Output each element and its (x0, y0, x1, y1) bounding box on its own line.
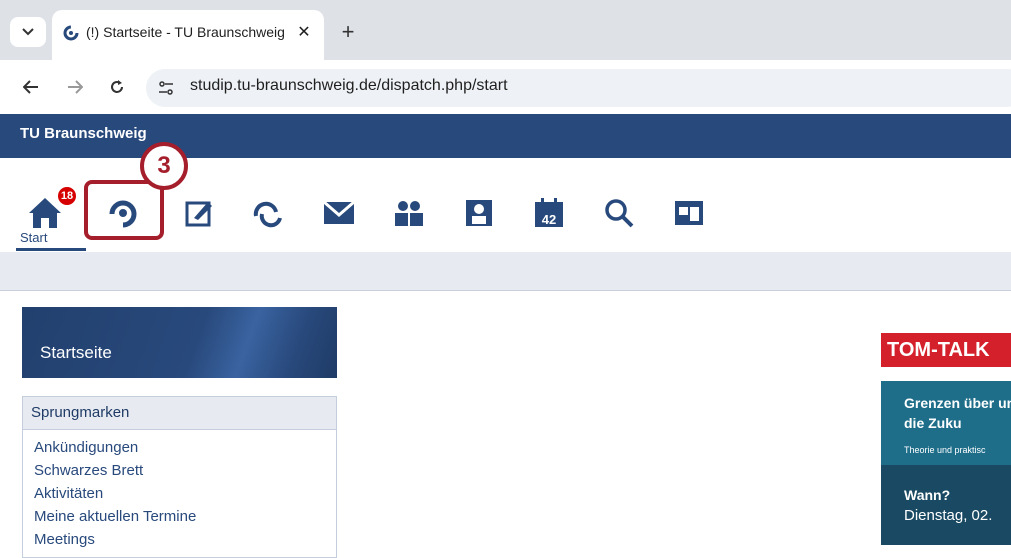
tools-icon (675, 201, 703, 225)
back-arrow-icon[interactable] (18, 74, 44, 100)
messages-icon (323, 200, 355, 224)
banner-lower-panel (881, 465, 1011, 545)
profile-icon (466, 200, 492, 226)
calendar-icon: 42 (535, 198, 563, 227)
tab-search-button[interactable] (10, 17, 46, 47)
new-tab-button[interactable]: + (334, 18, 362, 46)
url-text: studip.tu-braunschweig.de/dispatch.php/s… (190, 77, 508, 94)
sidebar-title: Startseite (40, 343, 112, 362)
jump-marks-title: Sprungmarken (31, 404, 130, 421)
nav-tools[interactable] (664, 188, 714, 238)
jump-link-aktivitaeten[interactable]: Aktivitäten (34, 485, 103, 502)
search-icon (605, 199, 634, 228)
nav-nachrichten[interactable] (314, 188, 364, 238)
nav-suche[interactable] (594, 188, 644, 238)
forward-arrow-icon[interactable] (62, 74, 88, 100)
tab-title: (!) Startseite - TU Braunschweig (86, 24, 285, 40)
contacts-icon (395, 201, 423, 226)
jump-link-meetings[interactable]: Meetings (34, 531, 95, 548)
banner-date: Dienstag, 02. (904, 507, 993, 524)
browser-tab[interactable]: (!) Startseite - TU Braunschweig ✕ (52, 10, 324, 60)
nav-profil[interactable] (454, 188, 504, 238)
annotation-step-number: 3 (140, 142, 188, 190)
jump-marks-header: Sprungmarken (23, 397, 336, 430)
sub-navigation-bar (0, 252, 1011, 291)
arbeitsplatz-icon (185, 201, 212, 227)
active-tab-indicator (16, 248, 86, 251)
reload-icon[interactable] (104, 74, 130, 100)
svg-text:42: 42 (542, 212, 556, 227)
close-tab-icon[interactable]: ✕ (292, 20, 316, 44)
tom-talk-banner[interactable]: TOM-TALK Grenzen über und die Zuku Theor… (881, 307, 1011, 545)
chevron-down-icon (22, 28, 34, 36)
banner-when-label: Wann? (904, 487, 951, 503)
nav-planer[interactable]: 42 (524, 188, 574, 238)
site-info-icon[interactable] (154, 76, 178, 100)
sidebar-header: Startseite (22, 307, 337, 378)
banner-headline: Grenzen über und die Zuku (904, 395, 1011, 431)
annotation-highlight-box (84, 180, 164, 240)
community-icon (253, 201, 282, 228)
jump-link-schwarzes-brett[interactable]: Schwarzes Brett (34, 462, 143, 479)
jump-marks-widget: Sprungmarken Ankündigungen Schwarzes Bre… (22, 396, 337, 558)
nav-start-label: Start (20, 230, 48, 245)
jump-link-ankuendigungen[interactable]: Ankündigungen (34, 439, 138, 456)
nav-arbeitsplatz[interactable] (174, 188, 224, 238)
notification-badge: 18 (56, 185, 78, 207)
banner-subline: Theorie und praktisc (904, 445, 986, 455)
address-bar[interactable]: studip.tu-braunschweig.de/dispatch.php/s… (146, 69, 1011, 107)
studip-favicon-icon (63, 25, 79, 41)
nav-kontakte[interactable] (384, 188, 434, 238)
jump-link-termine[interactable]: Meine aktuellen Termine (34, 508, 196, 525)
banner-label: TOM-TALK (881, 333, 1011, 367)
site-title[interactable]: TU Braunschweig (20, 125, 147, 142)
nav-community[interactable] (244, 188, 294, 238)
